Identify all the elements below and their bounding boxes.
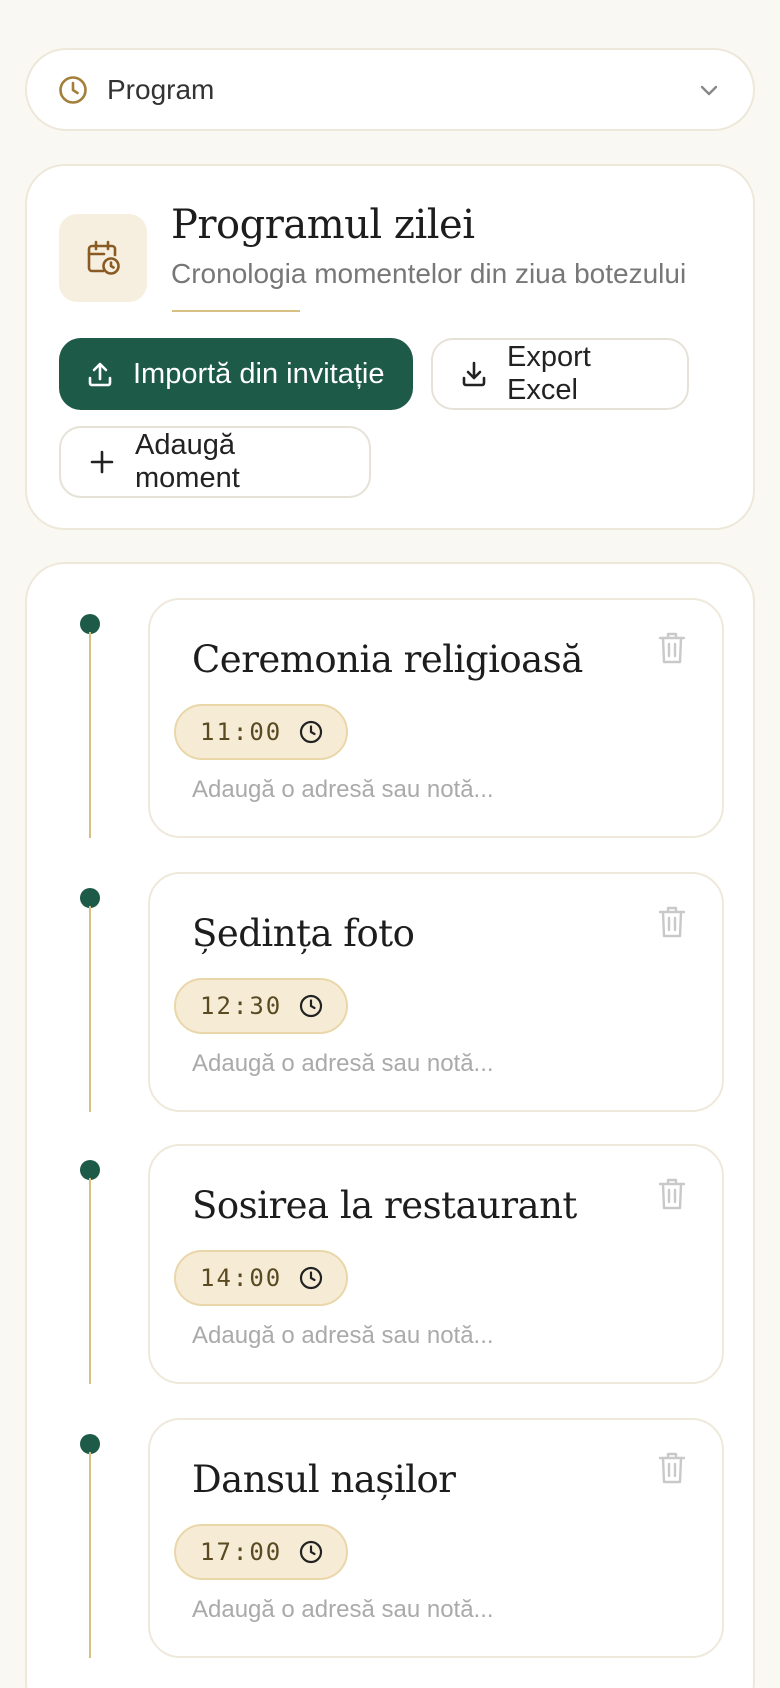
plus-icon — [87, 447, 117, 477]
timeline-dot — [80, 1434, 100, 1454]
section-dropdown[interactable]: Program — [25, 48, 755, 131]
calendar-clock-icon — [59, 214, 147, 302]
timeline-line — [89, 1452, 91, 1658]
moment-note-input[interactable]: Adaugă o adresă sau notă... — [192, 1050, 494, 1078]
timeline-item: Ședința foto 12:30 Adaugă o adresă sau n… — [27, 872, 757, 1112]
clock-icon — [298, 1265, 324, 1291]
timeline-item: Sosirea la restaurant 14:00 Adaugă o adr… — [27, 1144, 757, 1384]
timeline-line — [89, 1178, 91, 1384]
trash-icon[interactable] — [656, 1176, 688, 1212]
moment-title[interactable]: Sosirea la restaurant — [192, 1184, 577, 1227]
moment-note-input[interactable]: Adaugă o adresă sau notă... — [192, 1322, 494, 1350]
time-picker[interactable]: 17:00 — [174, 1524, 348, 1580]
add-moment-button[interactable]: Adaugă moment — [59, 426, 371, 498]
time-value: 11:00 — [200, 718, 283, 746]
clock-icon — [298, 719, 324, 745]
trash-icon[interactable] — [656, 630, 688, 666]
time-value: 14:00 — [200, 1264, 283, 1292]
timeline-line — [89, 906, 91, 1112]
time-picker[interactable]: 14:00 — [174, 1250, 348, 1306]
time-value: 12:30 — [200, 992, 283, 1020]
moment-card[interactable]: Sosirea la restaurant 14:00 Adaugă o adr… — [148, 1144, 724, 1384]
clock-icon — [57, 74, 89, 106]
upload-icon — [85, 359, 115, 389]
moment-card[interactable]: Ședința foto 12:30 Adaugă o adresă sau n… — [148, 872, 724, 1112]
timeline-dot — [80, 888, 100, 908]
time-picker[interactable]: 11:00 — [174, 704, 348, 760]
moment-note-input[interactable]: Adaugă o adresă sau notă... — [192, 776, 494, 804]
clock-icon — [298, 993, 324, 1019]
schedule-header-card: Programul zilei Cronologia momentelor di… — [25, 164, 755, 530]
time-picker[interactable]: 12:30 — [174, 978, 348, 1034]
import-from-invitation-button[interactable]: Importă din invitație — [59, 338, 413, 410]
moment-title[interactable]: Ședința foto — [192, 912, 415, 955]
schedule-page: Program Programul zilei Cronologia momen… — [0, 0, 780, 1688]
timeline-dot — [80, 1160, 100, 1180]
time-value: 17:00 — [200, 1538, 283, 1566]
moment-title[interactable]: Dansul nașilor — [192, 1458, 456, 1501]
import-button-label: Importă din invitație — [133, 357, 385, 390]
chevron-down-icon — [695, 76, 723, 104]
section-dropdown-label: Program — [107, 73, 215, 105]
timeline-item: Dansul nașilor 17:00 Adaugă o adresă sau… — [27, 1418, 757, 1658]
moment-title[interactable]: Ceremonia religioasă — [192, 638, 583, 681]
page-subtitle: Cronologia momentelor din ziua botezului — [171, 258, 687, 289]
trash-icon[interactable] — [656, 1450, 688, 1486]
timeline-dot — [80, 614, 100, 634]
trash-icon[interactable] — [656, 904, 688, 940]
moment-note-input[interactable]: Adaugă o adresă sau notă... — [192, 1596, 494, 1624]
moment-card[interactable]: Ceremonia religioasă 11:00 Adaugă o adre… — [148, 598, 724, 838]
timeline-line — [89, 632, 91, 838]
timeline-item: Ceremonia religioasă 11:00 Adaugă o adre… — [27, 598, 757, 838]
moment-card[interactable]: Dansul nașilor 17:00 Adaugă o adresă sau… — [148, 1418, 724, 1658]
title-underline-divider — [172, 310, 300, 312]
clock-icon — [298, 1539, 324, 1565]
export-button-label: Export Excel — [507, 341, 591, 406]
timeline-card: Ceremonia religioasă 11:00 Adaugă o adre… — [25, 562, 755, 1688]
export-excel-button[interactable]: Export Excel — [431, 338, 689, 410]
download-icon — [459, 359, 489, 389]
add-moment-label: Adaugă moment — [135, 429, 240, 494]
page-title: Programul zilei — [171, 202, 475, 248]
